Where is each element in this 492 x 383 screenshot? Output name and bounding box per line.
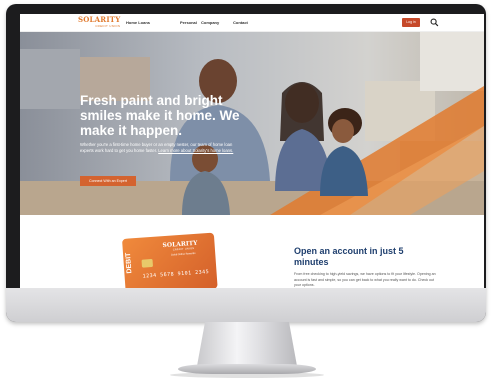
home-loans-link[interactable]: Learn more about Solarity's home loans. [158, 148, 233, 153]
nav-link-home-loans[interactable]: Home Loans [126, 20, 150, 25]
hero-banner: Fresh paint and bright smiles make it ho… [20, 31, 484, 215]
hero-heading: Fresh paint and bright smiles make it ho… [80, 93, 240, 138]
connect-expert-button[interactable]: Connect With an Expert [80, 176, 136, 186]
card-chip-icon [141, 258, 154, 268]
debit-card-image: DEBIT SOLARITY CREDIT UNION Debit Online… [122, 232, 218, 289]
nav-link-contact[interactable]: Contact [233, 20, 248, 25]
monitor-stand [197, 322, 297, 366]
open-account-heading: Open an account in just 5 minutes [294, 246, 404, 267]
solarity-logo[interactable]: SOLARITY CREDIT UNION [78, 15, 121, 29]
hero-description: Whether you're a first-time home buyer o… [80, 142, 240, 154]
card-type-label: Debit Online Rewards [171, 251, 196, 257]
monitor-stand-base [178, 364, 316, 374]
browser-screen: SOLARITY CREDIT UNION Home Loans Persona… [20, 14, 484, 289]
login-button[interactable]: Log in [402, 18, 420, 27]
card-number: 1234 5678 9101 2345 [142, 269, 210, 280]
logo-wordmark: SOLARITY [78, 15, 121, 24]
top-navbar: SOLARITY CREDIT UNION Home Loans Persona… [20, 14, 484, 32]
open-account-description: From free checking to high-yield savings… [294, 272, 436, 287]
search-icon[interactable] [430, 18, 439, 27]
card-edge-label: DEBIT [124, 252, 134, 274]
logo-tagline: CREDIT UNION [95, 24, 121, 28]
monitor-chin [6, 288, 486, 322]
nav-link-personal[interactable]: Personal [180, 20, 197, 25]
monitor-frame: SOLARITY CREDIT UNION Home Loans Persona… [6, 4, 486, 322]
account-section: DEBIT SOLARITY CREDIT UNION Debit Online… [20, 215, 484, 289]
nav-link-company[interactable]: Company [201, 20, 219, 25]
card-logo-tagline: CREDIT UNION [172, 246, 195, 252]
